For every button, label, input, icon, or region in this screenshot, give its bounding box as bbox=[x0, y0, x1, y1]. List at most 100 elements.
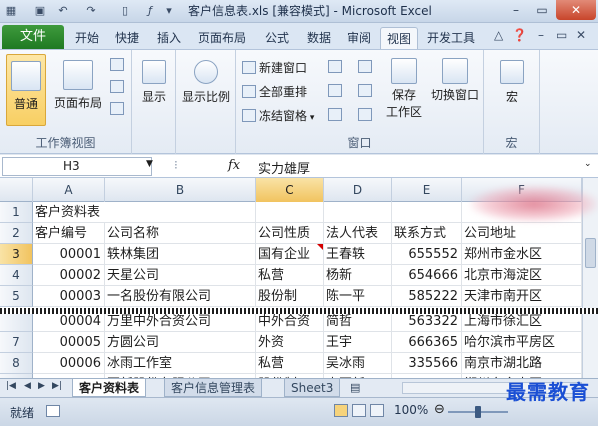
column-header-a[interactable]: A bbox=[33, 178, 105, 202]
grid-cell[interactable]: 私营 bbox=[256, 353, 324, 374]
tab-page-layout[interactable]: 页面布局 bbox=[192, 27, 252, 49]
row-header[interactable] bbox=[0, 311, 33, 332]
grid-cell[interactable]: 哈尔滨市平房区 bbox=[462, 332, 582, 353]
grid-cell[interactable]: 00002 bbox=[33, 265, 105, 286]
grid-cell[interactable]: 00001 bbox=[33, 244, 105, 265]
grid-cell[interactable]: 00003 bbox=[33, 286, 105, 307]
zoom-out-icon[interactable]: ⊖ bbox=[434, 402, 445, 417]
grid-cell[interactable]: 吴冰雨 bbox=[324, 353, 392, 374]
grid-cell[interactable]: 585222 bbox=[392, 286, 462, 307]
column-header-c[interactable]: C bbox=[256, 178, 324, 202]
macro-recording-icon[interactable] bbox=[46, 405, 60, 417]
tab-data[interactable]: 数据 bbox=[302, 27, 336, 49]
freeze-panes-button[interactable]: 冻结窗格 ▾ bbox=[242, 106, 314, 126]
row-header[interactable]: 3 bbox=[0, 244, 33, 265]
tab-quick[interactable]: 快捷 bbox=[110, 27, 144, 49]
grid-cell[interactable]: 王宇 bbox=[324, 332, 392, 353]
page-layout-view-button[interactable]: 页面布局 bbox=[50, 54, 106, 126]
tab-view[interactable]: 视图 bbox=[380, 27, 418, 49]
macros-button[interactable]: 宏 bbox=[492, 54, 532, 126]
grid-cell[interactable]: 一名股份有限公司 bbox=[105, 286, 256, 307]
insert-sheet-icon[interactable]: ▤ bbox=[350, 381, 360, 394]
next-sheet-icon[interactable]: ▶ bbox=[38, 381, 45, 391]
insert-function-button[interactable]: fx bbox=[228, 158, 240, 173]
row-header[interactable]: 1 bbox=[0, 202, 33, 223]
grid-cell[interactable]: 335566 bbox=[392, 353, 462, 374]
tab-review[interactable]: 审阅 bbox=[342, 27, 376, 49]
grid-cell[interactable]: 联系方式 bbox=[392, 223, 462, 244]
grid-cell[interactable]: 天星公司 bbox=[105, 265, 256, 286]
grid-cell[interactable]: 法人代表 bbox=[324, 223, 392, 244]
maximize-button[interactable]: ▭ bbox=[528, 0, 556, 20]
grid-cell[interactable]: 563322 bbox=[392, 311, 462, 332]
reset-window-position-icon[interactable] bbox=[358, 108, 372, 121]
grid-cell[interactable]: 天津市南开区 bbox=[462, 286, 582, 307]
help-icon[interactable]: ❓ bbox=[512, 28, 527, 42]
grid-cell[interactable]: 公司地址 bbox=[462, 223, 582, 244]
grid-cell[interactable]: 客户资料表 bbox=[33, 202, 105, 223]
scrollbar-thumb[interactable] bbox=[585, 238, 596, 268]
tab-developer[interactable]: 开发工具 bbox=[422, 27, 480, 49]
minimize-button[interactable]: – bbox=[502, 0, 530, 20]
doc-close-icon[interactable]: ✕ bbox=[576, 28, 586, 42]
page-layout-status-icon[interactable] bbox=[352, 404, 366, 417]
column-header-d[interactable]: D bbox=[324, 178, 392, 202]
synchronous-scrolling-icon[interactable] bbox=[358, 84, 372, 97]
select-all-corner[interactable] bbox=[0, 178, 33, 202]
sheet-tab-customer-info-management[interactable]: 客户信息管理表 bbox=[164, 379, 263, 397]
grid-cell[interactable]: 国有企业 bbox=[256, 244, 324, 265]
zoom-button[interactable]: 显示比例 bbox=[178, 54, 234, 126]
formula-bar-expand-icon[interactable]: ⌄ bbox=[584, 159, 592, 169]
column-header-b[interactable]: B bbox=[105, 178, 256, 202]
zoom-slider-knob[interactable] bbox=[475, 406, 481, 418]
name-box[interactable]: H3 bbox=[2, 157, 152, 176]
page-break-preview-icon[interactable] bbox=[110, 58, 124, 71]
grid-cell[interactable]: 外资 bbox=[256, 332, 324, 353]
customize-toolbar-icon[interactable]: ▾ bbox=[162, 3, 176, 19]
formula-expand-icon[interactable]: ⁝ bbox=[174, 158, 178, 172]
grid-cell[interactable]: 万里中外合资公司 bbox=[105, 311, 256, 332]
arrange-all-button[interactable]: 全部重排 bbox=[242, 82, 307, 102]
zoom-slider[interactable] bbox=[448, 406, 508, 418]
grid-cell[interactable]: 轶林集团 bbox=[105, 244, 256, 265]
hide-icon[interactable] bbox=[328, 84, 342, 97]
split-icon[interactable] bbox=[328, 60, 342, 73]
grid-cell[interactable]: 冰雨工作室 bbox=[105, 353, 256, 374]
unhide-icon[interactable] bbox=[328, 108, 342, 121]
grid-cell[interactable]: 杨新 bbox=[324, 265, 392, 286]
grid-cell[interactable]: 北京市海淀区 bbox=[462, 265, 582, 286]
prev-sheet-icon[interactable]: ◀ bbox=[24, 381, 31, 391]
grid-cell[interactable]: 简哲 bbox=[324, 311, 392, 332]
switch-windows-button[interactable]: 切换窗口 bbox=[428, 54, 482, 126]
row-header[interactable]: 5 bbox=[0, 286, 33, 307]
grid-cell[interactable]: 666365 bbox=[392, 332, 462, 353]
grid-cell[interactable]: 私营 bbox=[256, 265, 324, 286]
new-window-button[interactable]: 新建窗口 bbox=[242, 58, 307, 78]
doc-restore-icon[interactable]: ▭ bbox=[556, 28, 567, 42]
grid-cell[interactable]: 中外合资 bbox=[256, 311, 324, 332]
formula-input[interactable]: 实力雄厚 bbox=[258, 158, 310, 177]
column-header-e[interactable]: E bbox=[392, 178, 462, 202]
page-break-status-icon[interactable] bbox=[370, 404, 384, 417]
tab-insert[interactable]: 插入 bbox=[152, 27, 186, 49]
doc-minimize-icon[interactable]: – bbox=[538, 28, 544, 42]
sheet-tab-sheet3[interactable]: Sheet3 bbox=[284, 379, 341, 397]
save-workspace-button[interactable]: 保存 工作区 bbox=[384, 54, 424, 126]
close-button[interactable]: ✕ bbox=[556, 0, 596, 20]
custom-views-icon[interactable] bbox=[110, 80, 124, 93]
grid-cell[interactable]: 陈一平 bbox=[324, 286, 392, 307]
grid-cell[interactable]: 00006 bbox=[33, 353, 105, 374]
normal-view-button[interactable]: 普通 bbox=[6, 54, 46, 126]
grid-cell[interactable]: 00004 bbox=[33, 311, 105, 332]
grid-cell[interactable]: 655552 bbox=[392, 244, 462, 265]
grid-cell[interactable]: 股份制 bbox=[256, 286, 324, 307]
row-header[interactable]: 4 bbox=[0, 265, 33, 286]
normal-view-status-icon[interactable] bbox=[334, 404, 348, 417]
grid-cell[interactable]: 公司性质 bbox=[256, 223, 324, 244]
grid-cell[interactable]: 王春轶 bbox=[324, 244, 392, 265]
save-icon[interactable]: ▣ bbox=[33, 3, 47, 19]
zoom-level[interactable]: 100% bbox=[394, 403, 428, 417]
full-screen-icon[interactable] bbox=[110, 102, 124, 115]
tab-formulas[interactable]: 公式 bbox=[260, 27, 294, 49]
sheet-tab-customer-data[interactable]: 客户资料表 bbox=[72, 379, 147, 397]
